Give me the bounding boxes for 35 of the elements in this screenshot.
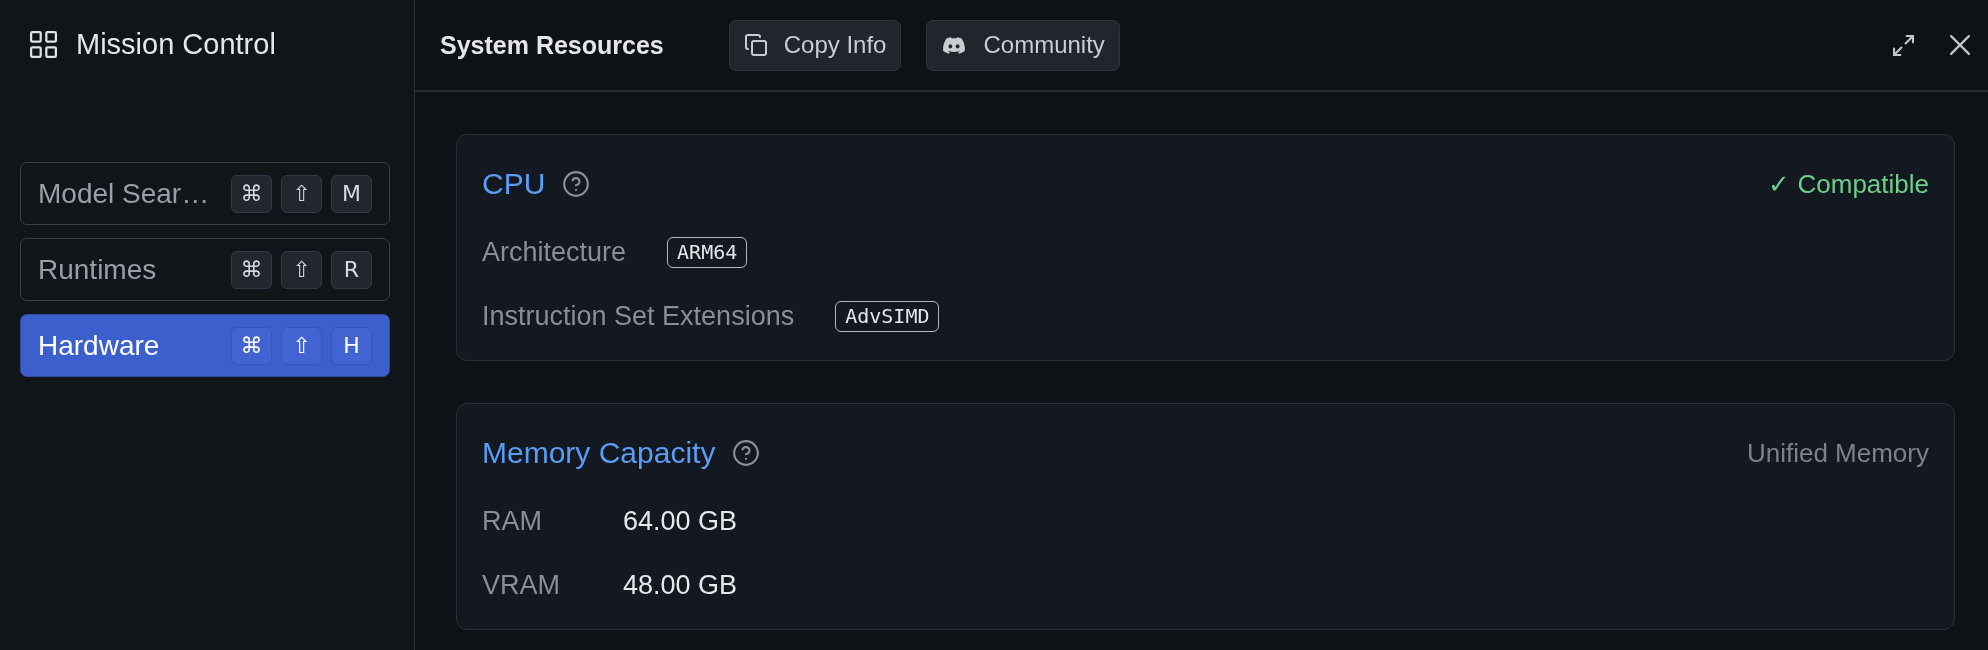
shortcut-key: ⌘ [231, 174, 272, 213]
value-text: 64.00 GB [623, 505, 738, 537]
app-title: Mission Control [76, 27, 276, 61]
close-icon[interactable] [1950, 35, 1970, 55]
shortcut-key: H [331, 326, 372, 365]
grid-icon [30, 30, 57, 58]
field-label: Instruction Set Extensions [482, 300, 795, 332]
field-label: VRAM [482, 569, 561, 601]
shortcut-key: M [331, 174, 372, 213]
shortcut-key: ⇧ [281, 250, 322, 289]
sidebar-item[interactable]: Hardware ⌘ ⇧ H [20, 314, 390, 377]
copy-button[interactable]: Copy Info [728, 19, 902, 71]
expand-icon[interactable] [1893, 34, 1914, 56]
status-text: ✓ Compatible [1768, 168, 1929, 200]
field-label: RAM [482, 505, 543, 537]
copy-icon [744, 34, 767, 56]
help-icon[interactable] [733, 440, 760, 466]
help-icon[interactable] [563, 171, 590, 197]
shortcut-key: ⌘ [231, 250, 272, 289]
gamepad-icon [942, 35, 967, 55]
code-tag: ARM64 [667, 236, 748, 268]
shortcut-key: R [331, 250, 372, 289]
field-label: Architecture [482, 236, 627, 268]
value-text: 48.00 GB [623, 569, 738, 601]
shortcut-key: ⇧ [281, 326, 322, 365]
shortcut-key: ⌘ [231, 326, 272, 365]
sidebar-item[interactable]: Runtimes ⌘ ⇧ R [20, 238, 390, 301]
page-title: System Resources [440, 30, 664, 60]
section-title: Memory Capacity [482, 436, 716, 470]
community-button[interactable]: Community [926, 19, 1120, 71]
section-title: CPU [482, 167, 546, 201]
shortcut-key: ⇧ [281, 174, 322, 213]
sidebar-item[interactable]: Model Sear… ⌘ ⇧ M [20, 162, 390, 225]
code-tag: AdvSIMD [835, 300, 940, 332]
note-text: Unified Memory [1746, 437, 1929, 469]
